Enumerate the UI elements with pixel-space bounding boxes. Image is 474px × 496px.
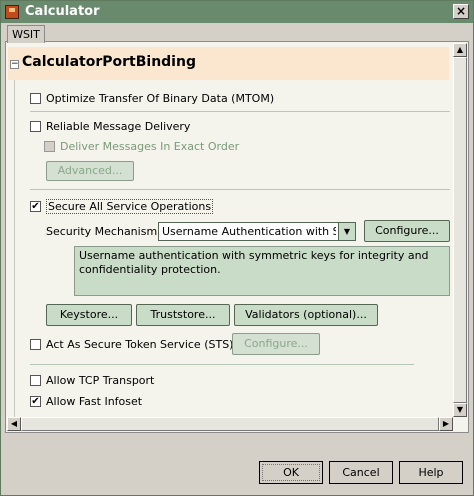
tcp-checkbox[interactable] [30,375,41,386]
ok-button[interactable]: OK [259,461,323,484]
sts-label: Act As Secure Token Service (STS) [46,338,234,351]
fast-infoset-label: Allow Fast Infoset [46,395,143,408]
section-tree-line [14,80,15,420]
title-bar[interactable]: Calculator × [1,1,473,23]
reliable-checkbox[interactable] [30,121,41,132]
secure-all-checkbox[interactable]: ✔ [30,201,41,212]
scroll-up-icon[interactable]: ▲ [453,43,467,57]
close-icon: × [455,4,467,18]
security-mechanism-select[interactable]: Username Authentication with S... ▼ [158,222,356,241]
exact-order-checkbox[interactable] [44,141,55,152]
section-title: CalculatorPortBinding [22,54,196,70]
keystore-button[interactable]: Keystore... [46,304,132,326]
reliable-checkbox-row[interactable]: Reliable Message Delivery [30,120,190,133]
tab-wsit[interactable]: WSIT [7,25,45,43]
reliable-label: Reliable Message Delivery [46,120,191,133]
exact-order-checkbox-row[interactable]: Deliver Messages In Exact Order [44,140,239,153]
mtom-checkbox-row[interactable]: Optimize Transfer Of Binary Data (MTOM) [30,92,274,105]
cancel-button[interactable]: Cancel [329,461,393,484]
validators-button[interactable]: Validators (optional)... [234,304,378,326]
app-icon [5,5,19,19]
mechanism-description: Username authentication with symmetric k… [74,246,450,296]
secure-all-label: Secure All Service Operations [46,199,214,214]
separator [30,364,414,365]
truststore-button[interactable]: Truststore... [136,304,230,326]
window-title: Calculator [25,4,100,19]
help-button[interactable]: Help [399,461,463,484]
mtom-label: Optimize Transfer Of Binary Data (MTOM) [46,92,275,105]
fast-infoset-checkbox[interactable]: ✔ [30,396,41,407]
configure-button[interactable]: Configure... [364,220,450,242]
wsit-panel: CalculatorPortBinding − Optimize Transfe… [5,41,469,433]
advanced-button[interactable]: Advanced... [46,161,134,181]
separator [30,189,450,190]
vertical-scroll-thumb[interactable] [453,57,467,403]
calculator-window: Calculator × WSIT CalculatorPortBinding … [0,0,474,496]
chevron-down-icon[interactable]: ▼ [338,223,355,240]
sts-configure-button[interactable]: Configure... [232,333,320,355]
exact-order-label: Deliver Messages In Exact Order [60,140,240,153]
collapse-toggle-icon[interactable]: − [10,60,19,69]
close-button[interactable]: × [453,4,469,19]
sts-checkbox[interactable] [30,339,41,350]
separator [30,111,450,112]
vertical-scrollbar[interactable]: ▲ ▼ [453,43,467,417]
scroll-left-icon[interactable]: ◀ [7,417,21,431]
tcp-label: Allow TCP Transport [46,374,155,387]
mtom-checkbox[interactable] [30,93,41,104]
security-mechanism-label: Security Mechanism: [46,225,161,238]
scroll-right-icon[interactable]: ▶ [439,417,453,431]
security-mechanism-value: Username Authentication with S... [162,225,336,238]
tcp-checkbox-row[interactable]: Allow TCP Transport [30,374,154,387]
secure-all-checkbox-row[interactable]: ✔ Secure All Service Operations [30,199,214,214]
fast-infoset-checkbox-row[interactable]: ✔ Allow Fast Infoset [30,395,142,408]
sts-checkbox-row[interactable]: Act As Secure Token Service (STS) [30,338,233,351]
horizontal-scrollbar[interactable]: ◀ ▶ [7,417,453,431]
scroll-down-icon[interactable]: ▼ [453,403,467,417]
horizontal-scroll-thumb[interactable] [21,417,439,431]
section-header: CalculatorPortBinding [8,47,449,80]
